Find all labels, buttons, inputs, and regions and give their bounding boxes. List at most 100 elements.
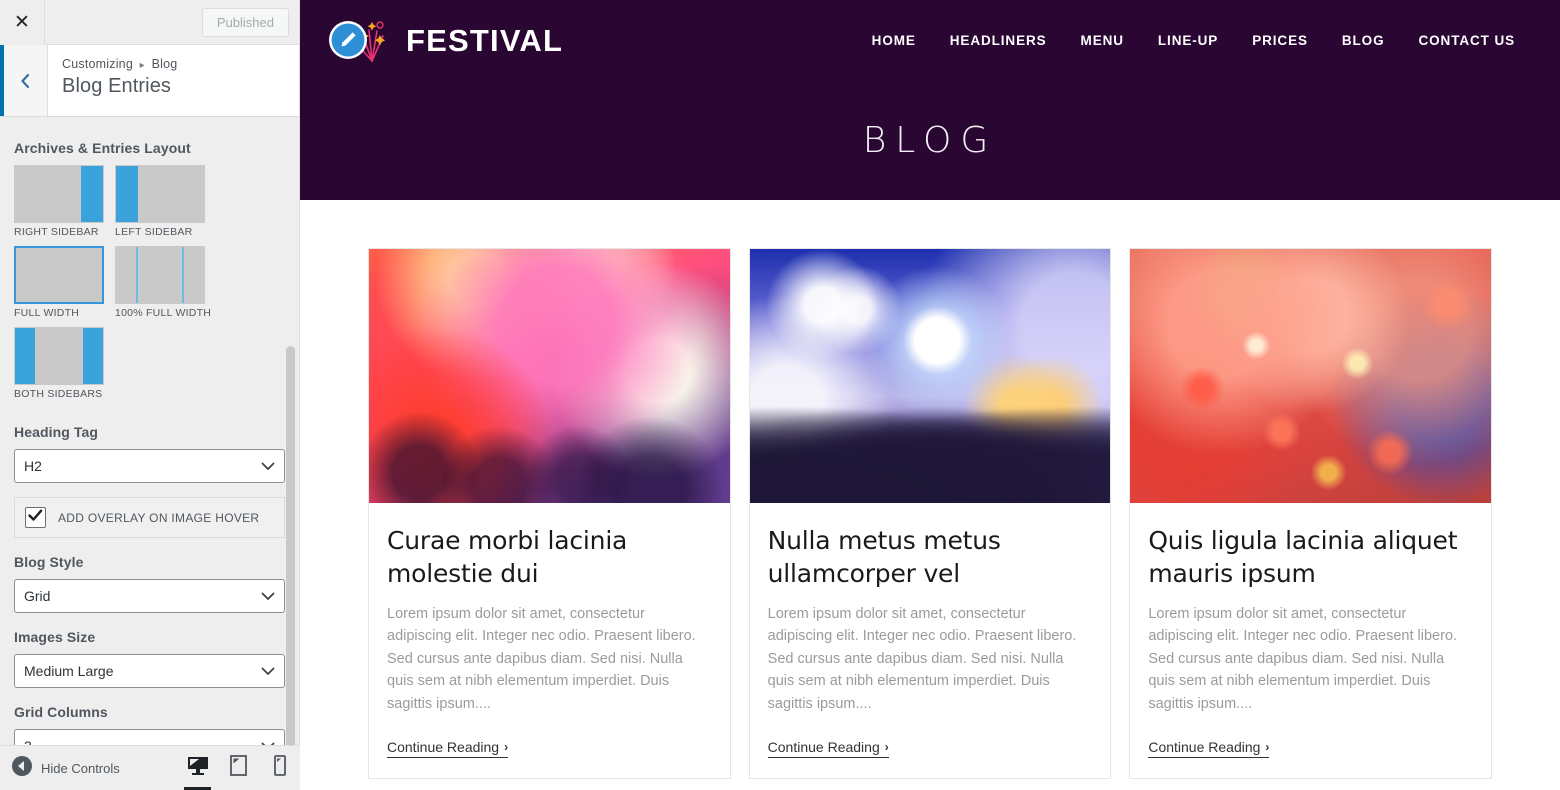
- blog-post-grid: Curae morbi lacinia molestie dui Lorem i…: [368, 248, 1492, 790]
- continue-reading-link[interactable]: Continue Reading ›: [767, 739, 889, 759]
- close-icon[interactable]: ✕: [0, 0, 45, 45]
- publish-button[interactable]: Published: [201, 7, 289, 37]
- control-label: Images Size: [14, 629, 96, 645]
- breadcrumb-current: Blog: [151, 57, 178, 71]
- post-title[interactable]: Nulla metus metus ullamcorper vel: [768, 525, 1093, 590]
- post-card: Quis ligula lacinia aliquet mauris ipsum…: [1129, 248, 1492, 780]
- chevron-down-icon: [261, 663, 275, 679]
- hide-controls-label: Hide Controls: [41, 760, 120, 776]
- desktop-icon: [187, 756, 209, 781]
- panel-scrollbar-thumb[interactable]: [286, 346, 295, 766]
- layout-thumb-right-sidebar: [14, 165, 104, 223]
- layout-option-100-full-width[interactable]: 100% FULL WIDTH: [115, 246, 212, 319]
- device-desktop-button[interactable]: [177, 746, 218, 790]
- layout-option-right-sidebar[interactable]: RIGHT SIDEBAR: [14, 165, 104, 238]
- post-title[interactable]: Quis ligula lacinia aliquet mauris ipsum: [1148, 525, 1473, 590]
- nav-item-contact-us[interactable]: CONTACT US: [1402, 33, 1533, 48]
- control-heading-tag: Heading Tag H2: [14, 424, 285, 483]
- chevron-down-icon: [261, 588, 275, 604]
- nav-item-menu[interactable]: MENU: [1064, 33, 1141, 48]
- header-bar: FESTIVAL HOME HEADLINERS MENU LINE-UP PR…: [300, 0, 1560, 80]
- nav-item-line-up[interactable]: LINE-UP: [1141, 33, 1235, 48]
- control-grid-columns: Grid Columns 3: [14, 704, 285, 745]
- panel-header: Customizing ▸ Blog Blog Entries: [0, 45, 299, 117]
- post-thumbnail-concert-stage-lights[interactable]: [749, 249, 1111, 503]
- page-title: Blog Entries: [62, 75, 172, 97]
- nav-item-home[interactable]: HOME: [855, 33, 933, 48]
- layout-thumb-both-sidebars: [14, 327, 104, 385]
- chevron-left-icon: [19, 72, 32, 90]
- device-preview-switcher: [177, 746, 300, 790]
- control-label: Blog Style: [14, 554, 84, 570]
- post-thumbnail-color-powder-crowd[interactable]: [369, 249, 730, 503]
- blog-content: Curae morbi lacinia molestie dui Lorem i…: [300, 200, 1560, 790]
- breadcrumb: Customizing ▸ Blog: [62, 57, 177, 71]
- control-images-size: Images Size Medium Large: [14, 629, 285, 688]
- hide-controls-button[interactable]: Hide Controls: [0, 755, 177, 781]
- chevron-right-icon: ›: [1265, 740, 1270, 755]
- chevron-down-icon: [261, 738, 275, 745]
- primary-navigation: HOME HEADLINERS MENU LINE-UP PRICES BLOG…: [855, 33, 1532, 48]
- chevron-down-icon: [261, 458, 275, 474]
- post-thumbnail-confetti-party[interactable]: [1130, 249, 1491, 503]
- post-excerpt: Lorem ipsum dolor sit amet, consectetur …: [387, 606, 696, 712]
- layout-option-left-sidebar[interactable]: LEFT SIDEBAR: [115, 165, 205, 238]
- page-banner: BLOG: [300, 80, 1560, 200]
- continue-reading-label: Continue Reading: [1148, 739, 1261, 756]
- layout-thumb-full-width: [14, 246, 104, 304]
- layout-option-full-width[interactable]: FULL WIDTH: [14, 246, 104, 319]
- layout-option-label: LEFT SIDEBAR: [115, 226, 193, 238]
- grid-columns-value: 3: [24, 738, 32, 745]
- blog-style-select[interactable]: Grid: [14, 579, 285, 613]
- back-button[interactable]: [0, 45, 48, 116]
- grid-columns-select[interactable]: 3: [14, 729, 285, 745]
- nav-item-headliners[interactable]: HEADLINERS: [933, 33, 1064, 48]
- device-mobile-button[interactable]: [259, 746, 300, 790]
- control-label: Grid Columns: [14, 704, 108, 720]
- device-tablet-button[interactable]: [218, 746, 259, 790]
- heading-tag-value: H2: [24, 458, 42, 474]
- customizer-footer: Hide Controls: [0, 745, 300, 790]
- layout-section-label: Archives & Entries Layout: [14, 140, 191, 156]
- mobile-icon: [273, 755, 286, 781]
- collapse-icon: [12, 755, 32, 781]
- nav-item-prices[interactable]: PRICES: [1235, 33, 1325, 48]
- post-card: Curae morbi lacinia molestie dui Lorem i…: [368, 248, 731, 780]
- post-title[interactable]: Curae morbi lacinia molestie dui: [387, 525, 712, 590]
- control-blog-style: Blog Style Grid: [14, 554, 285, 613]
- layout-option-both-sidebars[interactable]: BOTH SIDEBARS: [14, 327, 104, 400]
- post-excerpt: Lorem ipsum dolor sit amet, consectetur …: [1148, 606, 1458, 712]
- overlay-on-hover-checkbox-row[interactable]: ADD OVERLAY ON IMAGE HOVER: [14, 497, 285, 538]
- continue-reading-link[interactable]: Continue Reading ›: [387, 739, 509, 759]
- heading-tag-select[interactable]: H2: [14, 449, 285, 483]
- customizer-topbar: ✕ Published: [0, 0, 299, 45]
- panel-titles: Customizing ▸ Blog Blog Entries: [48, 45, 177, 116]
- post-card: Nulla metus metus ullamcorper vel Lorem …: [748, 248, 1112, 780]
- tablet-icon: [230, 755, 247, 781]
- blog-style-value: Grid: [24, 588, 51, 604]
- post-excerpt: Lorem ipsum dolor sit amet, consectetur …: [767, 606, 1077, 712]
- nav-item-blog[interactable]: BLOG: [1325, 33, 1402, 48]
- blog-page-title: BLOG: [862, 119, 998, 161]
- layout-options: RIGHT SIDEBAR LEFT SIDEBAR FULL WIDTH 10…: [14, 165, 285, 408]
- site-header: FESTIVAL HOME HEADLINERS MENU LINE-UP PR…: [300, 0, 1560, 200]
- layout-option-label: 100% FULL WIDTH: [115, 307, 212, 319]
- layout-thumb-100-full-width: [115, 246, 205, 304]
- chevron-right-icon: ›: [504, 740, 509, 755]
- post-body: Curae morbi lacinia molestie dui Lorem i…: [369, 503, 730, 778]
- breadcrumb-root: Customizing: [62, 57, 133, 71]
- overlay-on-hover-checkbox[interactable]: [25, 507, 46, 528]
- control-label: Heading Tag: [14, 424, 99, 440]
- site-branding[interactable]: FESTIVAL: [328, 17, 563, 63]
- images-size-select[interactable]: Medium Large: [14, 654, 285, 688]
- customizer-panel: ✕ Published Customizing ▸ Blog Blog Entr…: [0, 0, 300, 790]
- layout-option-label: RIGHT SIDEBAR: [14, 226, 99, 238]
- continue-reading-link[interactable]: Continue Reading ›: [1148, 739, 1270, 759]
- layout-option-label: BOTH SIDEBARS: [14, 388, 103, 400]
- customizer-screen: ✕ Published Customizing ▸ Blog Blog Entr…: [0, 0, 1560, 790]
- continue-reading-label: Continue Reading: [387, 739, 500, 756]
- images-size-value: Medium Large: [24, 663, 114, 679]
- layout-option-label: FULL WIDTH: [14, 307, 80, 319]
- breadcrumb-separator-icon: ▸: [139, 60, 145, 71]
- panel-scrollbar[interactable]: [286, 118, 295, 766]
